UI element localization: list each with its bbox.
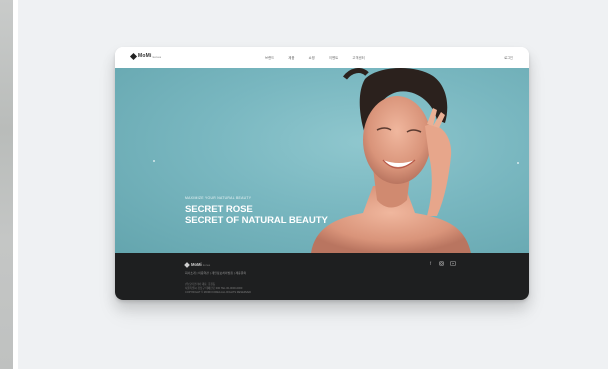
main-nav: 브랜드 제품 쇼핑 이벤트 고객센터: [265, 55, 365, 60]
footer-links[interactable]: 회사소개 | 이용약관 | 개인정보처리방침 | 제휴문의: [185, 271, 246, 275]
nav-item-event[interactable]: 이벤트: [329, 55, 338, 60]
instagram-icon[interactable]: [439, 261, 444, 266]
mockup-panel: MoMi korea 브랜드 제품 쇼핑 이벤트 고객센터 로그인 MAXIMI…: [18, 0, 608, 369]
screenshot-stage: MoMi korea 브랜드 제품 쇼핑 이벤트 고객센터 로그인 MAXIMI…: [0, 0, 608, 369]
hero-headline-line2: SECRET OF NATURAL BEAUTY: [185, 215, 328, 227]
nav-item-brand[interactable]: 브랜드: [265, 55, 274, 60]
logo-text: MoMi: [138, 53, 152, 59]
site-header: MoMi korea 브랜드 제품 쇼핑 이벤트 고객센터 로그인: [115, 47, 529, 68]
footer-logo-sub: korea: [202, 263, 211, 267]
hero-banner: MAXIMIZE YOUR NATURAL BEAUTY SECRET ROSE…: [115, 68, 529, 253]
site-logo[interactable]: MoMi korea: [129, 52, 162, 60]
hero-eyebrow: MAXIMIZE YOUR NATURAL BEAUTY: [185, 196, 252, 200]
nav-item-products[interactable]: 제품: [288, 55, 294, 60]
youtube-icon[interactable]: [449, 261, 457, 266]
hero-headline-line1: SECRET ROSE: [185, 204, 253, 215]
website-card: MoMi korea 브랜드 제품 쇼핑 이벤트 고객센터 로그인 MAXIMI…: [115, 47, 529, 300]
footer-company-info: (주)모미코리아 대표: 홍길동 서울특별시 강남구 테헤란로 000 TEL …: [185, 283, 251, 295]
nav-item-shop[interactable]: 쇼핑: [309, 55, 315, 60]
login-link[interactable]: 로그인: [504, 55, 513, 60]
footer-logo-diamond-icon: [184, 261, 190, 268]
footer-logo-text: MoMi: [191, 262, 202, 267]
footer-logo[interactable]: MoMi korea: [184, 261, 211, 268]
facebook-icon[interactable]: f: [428, 261, 433, 266]
left-edge-strip: [0, 0, 13, 369]
hero-headline: SECRET ROSE SECRET OF NATURAL BEAUTY: [185, 204, 328, 227]
hero-sparkle: [153, 160, 155, 162]
logo-diamond-icon: [129, 52, 138, 60]
footer-info-line: COPYRIGHT © MOMI KOREA ALL RIGHTS RESERV…: [185, 291, 252, 294]
hero-sparkle: [517, 162, 519, 164]
logo-sub-text: korea: [152, 54, 162, 59]
footer-social: f: [428, 261, 457, 266]
nav-item-support[interactable]: 고객센터: [352, 55, 365, 60]
site-footer: MoMi korea 회사소개 | 이용약관 | 개인정보처리방침 | 제휴문의…: [115, 253, 529, 300]
